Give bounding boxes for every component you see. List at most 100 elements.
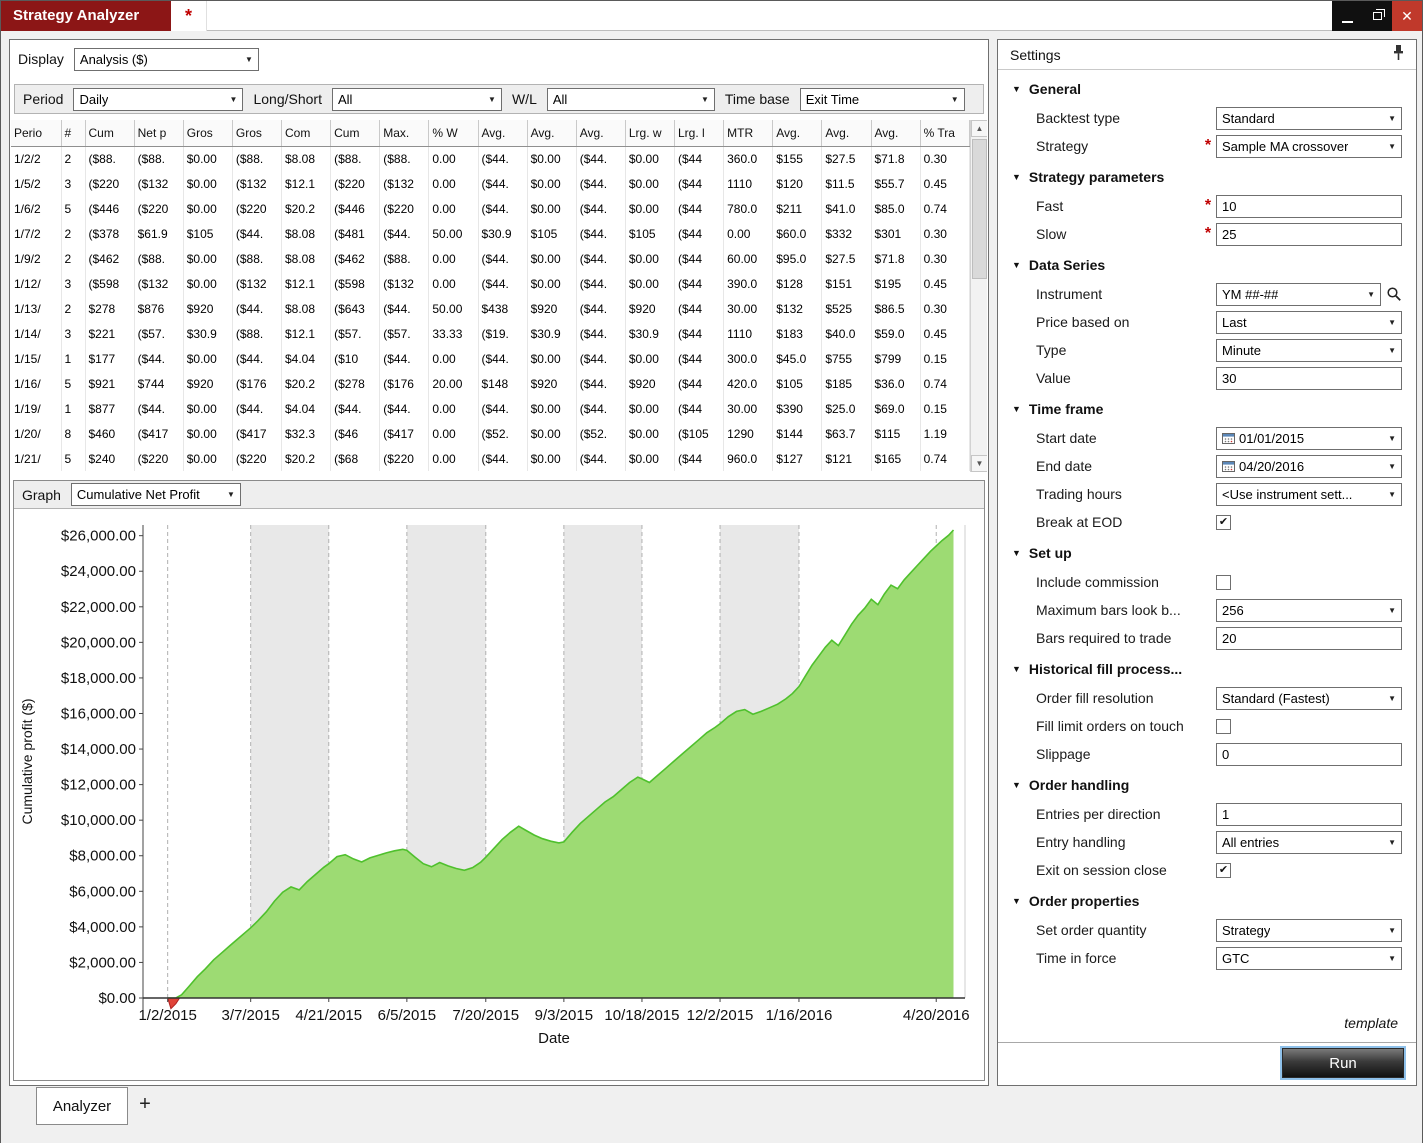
column-header[interactable]: Lrg. w xyxy=(625,120,676,147)
instrument-search-button[interactable] xyxy=(1386,286,1402,302)
collapse-triangle-icon[interactable]: ▼ xyxy=(1012,84,1021,94)
window-title-tab[interactable]: Strategy Analyzer xyxy=(1,1,171,31)
longshort-dropdown[interactable]: All ▼ xyxy=(331,87,502,111)
column-header[interactable]: Avg. xyxy=(527,120,577,147)
table-cell: 2 xyxy=(61,146,86,171)
entry-handling-dropdown[interactable]: All entries ▼ xyxy=(1216,830,1402,854)
maximum-bars-look-b-dropdown[interactable]: 256 ▼ xyxy=(1216,598,1402,622)
instrument-dropdown[interactable]: YM ##-## ▼ xyxy=(1216,282,1381,306)
table-row[interactable]: 1/21/5 $240 ($220 $0.00 ($220 $20.2 ($68 ($220 0… xyxy=(11,446,971,471)
table-row[interactable]: 1/2/2 2 ($88. ($88. $0.00 ($88. $8.08 ($88. ($88… xyxy=(11,146,971,171)
column-header[interactable]: Net p xyxy=(134,120,184,147)
entries-per-direction-input[interactable]: 1 xyxy=(1216,802,1402,826)
column-header[interactable]: Cum xyxy=(85,120,135,147)
order-fill-resolution-dropdown[interactable]: Standard (Fastest) ▼ xyxy=(1216,686,1402,710)
column-header[interactable]: MTR xyxy=(723,120,774,147)
scrollbar-thumb[interactable] xyxy=(972,139,987,279)
table-cell: ($220 xyxy=(85,171,135,196)
type-dropdown[interactable]: Minute ▼ xyxy=(1216,338,1402,362)
setting-control: Standard ▼ xyxy=(1216,106,1402,130)
table-row[interactable]: 1/16/5 $921 $744 $920 ($176 $20.2 ($278 ($176 20… xyxy=(11,371,971,396)
collapse-triangle-icon[interactable]: ▼ xyxy=(1012,664,1021,674)
unsaved-indicator: * xyxy=(171,1,207,31)
column-header[interactable]: Cum xyxy=(330,120,381,147)
table-cell: ($44. xyxy=(232,296,283,321)
table-row[interactable]: 1/14/3 $221 ($57. $30.9 ($88. $12.1 ($57. ($57.… xyxy=(11,321,971,346)
section-order-properties[interactable]: ▼ Order properties xyxy=(998,886,1416,916)
value-input[interactable]: 30 xyxy=(1216,366,1402,390)
pin-icon[interactable] xyxy=(1393,45,1404,64)
wl-dropdown[interactable]: All ▼ xyxy=(546,87,715,111)
end-date-picker[interactable]: 04/20/2016 ▼ xyxy=(1216,454,1402,478)
minimize-button[interactable] xyxy=(1332,1,1362,31)
timebase-dropdown[interactable]: Exit Time ▼ xyxy=(799,87,965,111)
trading-hours-dropdown[interactable]: <Use instrument sett... ▼ xyxy=(1216,482,1402,506)
table-row[interactable]: 1/5/2 3 ($220 ($132 $0.00 ($132 $12.1 ($220 ($13… xyxy=(11,171,971,196)
table-cell: $25.0 xyxy=(821,396,872,421)
slippage-input[interactable]: 0 xyxy=(1216,742,1402,766)
slow-input[interactable]: 25 xyxy=(1216,222,1402,246)
break-at-eod-checkbox[interactable]: ✔ xyxy=(1216,514,1231,530)
fast-input[interactable]: 10 xyxy=(1216,194,1402,218)
fill-limit-orders-on-touch-checkbox[interactable] xyxy=(1216,718,1231,734)
column-header[interactable]: Avg. xyxy=(821,120,872,147)
section-title: General xyxy=(1028,81,1082,97)
table-scrollbar[interactable]: ▲ ▼ xyxy=(970,120,987,472)
section-strategy-parameters[interactable]: ▼ Strategy parameters xyxy=(998,162,1416,192)
template-link[interactable]: template xyxy=(1344,1015,1398,1031)
collapse-triangle-icon[interactable]: ▼ xyxy=(1012,780,1021,790)
table-row[interactable]: 1/7/2 2 ($378 $61.9 $105 ($44. $8.08 ($481 ($44.… xyxy=(11,221,971,246)
backtest-type-dropdown[interactable]: Standard ▼ xyxy=(1216,106,1402,130)
collapse-triangle-icon[interactable]: ▼ xyxy=(1012,548,1021,558)
tab-analyzer[interactable]: Analyzer xyxy=(36,1087,128,1125)
add-tab-button[interactable]: + xyxy=(132,1091,158,1117)
collapse-triangle-icon[interactable]: ▼ xyxy=(1012,896,1021,906)
table-row[interactable]: 1/19/1 $877 ($44. $0.00 ($44. $4.04 ($44. ($44.… xyxy=(11,396,971,421)
table-row[interactable]: 1/15/1 $177 ($44. $0.00 ($44. $4.04 ($10 ($44. 0… xyxy=(11,346,971,371)
close-button[interactable]: ✕ xyxy=(1392,1,1422,31)
graph-type-dropdown[interactable]: Cumulative Net Profit ▼ xyxy=(70,483,241,506)
table-row[interactable]: 1/6/2 5 ($446 ($220 $0.00 ($220 $20.2 ($446 ($22… xyxy=(11,196,971,221)
bars-required-to-trade-input[interactable]: 20 xyxy=(1216,626,1402,650)
column-header[interactable]: Gros xyxy=(232,120,283,147)
table-row[interactable]: 1/20/8 $460 ($417 $0.00 ($417 $32.3 ($46 ($417 0… xyxy=(11,421,971,446)
scroll-down-button[interactable]: ▼ xyxy=(971,455,987,472)
collapse-triangle-icon[interactable]: ▼ xyxy=(1012,172,1021,182)
display-dropdown[interactable]: Analysis ($) ▼ xyxy=(73,47,259,71)
time-in-force-dropdown[interactable]: GTC ▼ xyxy=(1216,946,1402,970)
period-dropdown[interactable]: Daily ▼ xyxy=(73,87,244,111)
table-row[interactable]: 1/9/2 2 ($462 ($88. $0.00 ($88. $8.08 ($462 ($88… xyxy=(11,246,971,271)
strategy-dropdown[interactable]: Sample MA crossover ▼ xyxy=(1216,134,1402,158)
column-header[interactable]: Avg. xyxy=(871,120,921,147)
scroll-up-button[interactable]: ▲ xyxy=(971,120,987,137)
section-set-up[interactable]: ▼ Set up xyxy=(998,538,1416,568)
column-header[interactable]: Com xyxy=(281,120,332,147)
table-row[interactable]: 1/12/3 ($598 ($132 $0.00 ($132 $12.1 ($598 ($13… xyxy=(11,271,971,296)
column-header[interactable]: Lrg. l xyxy=(674,120,725,147)
column-header[interactable]: % W xyxy=(428,120,479,147)
section-order-handling[interactable]: ▼ Order handling xyxy=(998,770,1416,800)
exit-on-session-close-checkbox[interactable]: ✔ xyxy=(1216,862,1231,878)
column-header[interactable]: Avg. xyxy=(478,120,528,147)
collapse-triangle-icon[interactable]: ▼ xyxy=(1012,404,1021,414)
run-button[interactable]: Run xyxy=(1282,1048,1404,1078)
set-order-quantity-dropdown[interactable]: Strategy ▼ xyxy=(1216,918,1402,942)
price-based-on-dropdown[interactable]: Last ▼ xyxy=(1216,310,1402,334)
column-header[interactable]: Avg. xyxy=(772,120,823,147)
restore-button[interactable] xyxy=(1362,1,1392,31)
section-historical-fill-process[interactable]: ▼ Historical fill process... xyxy=(998,654,1416,684)
section-time-frame[interactable]: ▼ Time frame xyxy=(998,394,1416,424)
collapse-triangle-icon[interactable]: ▼ xyxy=(1012,260,1021,270)
column-header[interactable]: Perio xyxy=(11,120,62,147)
column-header[interactable]: Max. xyxy=(379,120,430,147)
start-date-picker[interactable]: 01/01/2015 ▼ xyxy=(1216,426,1402,450)
section-data-series[interactable]: ▼ Data Series xyxy=(998,250,1416,280)
table-cell: $438 xyxy=(478,296,528,321)
column-header[interactable]: Avg. xyxy=(576,120,626,147)
column-header[interactable]: % Tra xyxy=(920,120,971,147)
column-header[interactable]: # xyxy=(61,120,86,147)
column-header[interactable]: Gros xyxy=(183,120,233,147)
section-general[interactable]: ▼ General xyxy=(998,74,1416,104)
table-row[interactable]: 1/13/2 $278 $876 $920 ($44. $8.08 ($643 ($44. 50… xyxy=(11,296,971,321)
include-commission-checkbox[interactable] xyxy=(1216,574,1231,590)
